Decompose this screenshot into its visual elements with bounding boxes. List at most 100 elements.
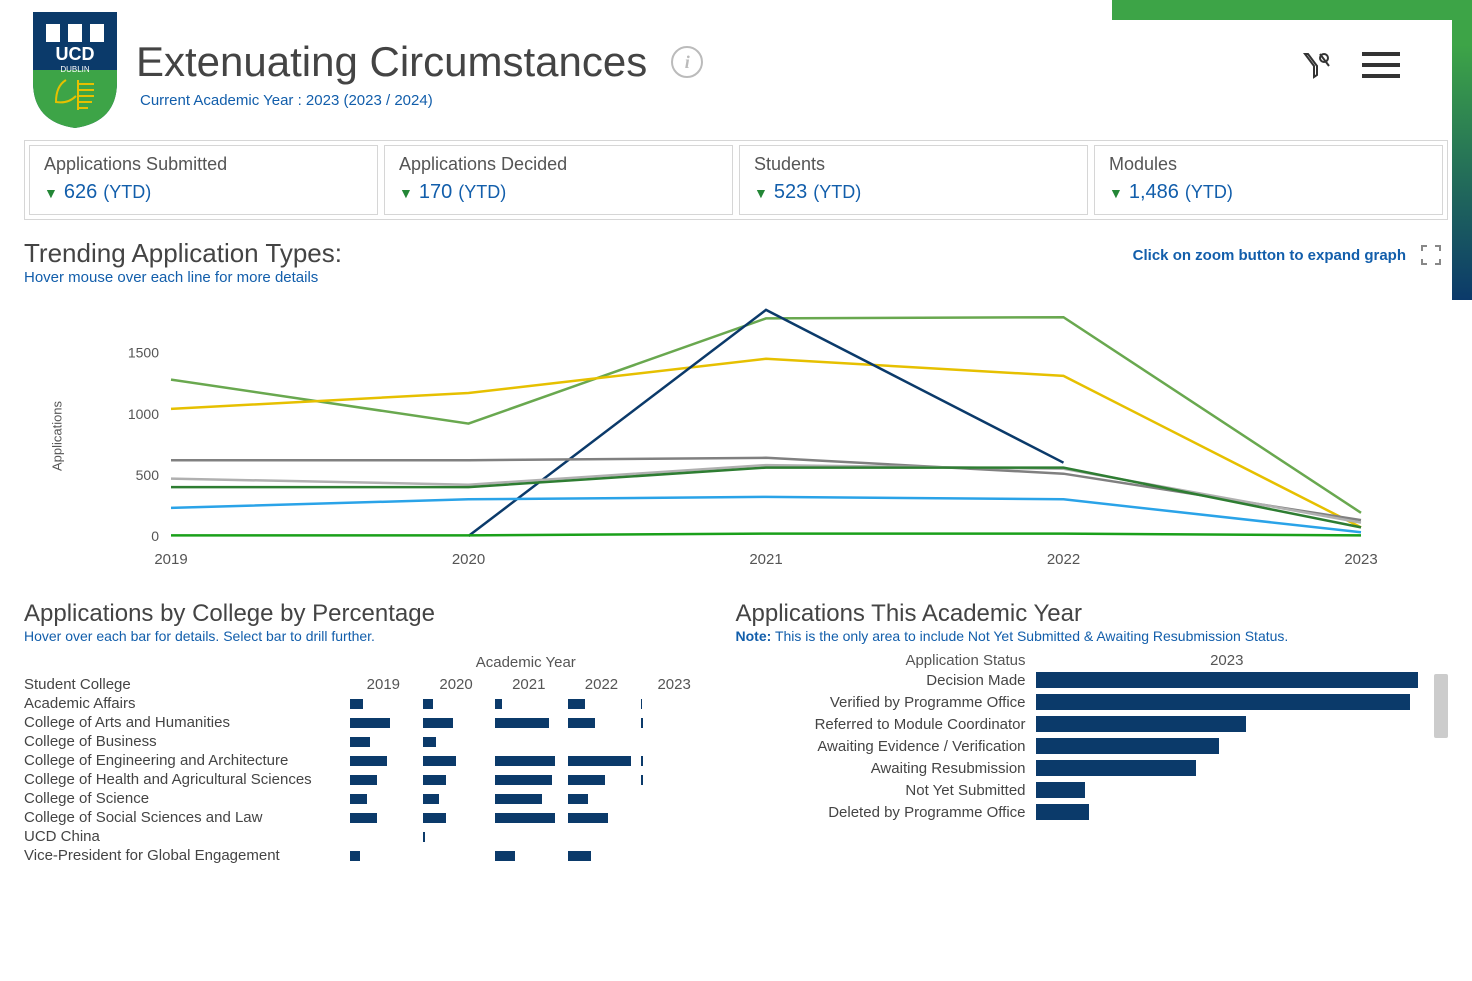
status-bar[interactable]: [1036, 672, 1418, 688]
by-college-bar[interactable]: [495, 718, 548, 728]
by-college-bar[interactable]: [568, 794, 588, 804]
by-college-bar[interactable]: [495, 851, 515, 861]
chart-series-line[interactable]: [171, 497, 1361, 532]
by-college-bar[interactable]: [423, 756, 456, 766]
status-bar-cell[interactable]: [1036, 694, 1418, 710]
by-college-bar-cell[interactable]: [423, 754, 490, 768]
by-college-bar[interactable]: [350, 813, 377, 823]
by-college-bar-cell[interactable]: [495, 849, 562, 863]
expand-icon[interactable]: [1420, 244, 1442, 266]
by-college-bar-cell[interactable]: [641, 849, 708, 863]
by-college-bar-cell[interactable]: [495, 773, 562, 787]
by-college-bar-cell[interactable]: [423, 811, 490, 825]
by-college-bar-cell[interactable]: [641, 716, 708, 730]
by-college-bar[interactable]: [568, 851, 591, 861]
by-college-bar-cell[interactable]: [423, 735, 490, 749]
by-college-bar[interactable]: [495, 756, 555, 766]
status-bar[interactable]: [1036, 782, 1086, 798]
by-college-bar-cell[interactable]: [568, 811, 635, 825]
by-college-bar[interactable]: [350, 775, 377, 785]
by-college-bar-cell[interactable]: [350, 773, 417, 787]
by-college-bar-cell[interactable]: [641, 754, 708, 768]
status-bar-cell[interactable]: [1036, 738, 1418, 754]
by-college-bar-cell[interactable]: [568, 830, 635, 844]
status-bar[interactable]: [1036, 738, 1220, 754]
by-college-bar-cell[interactable]: [423, 830, 490, 844]
status-bar[interactable]: [1036, 804, 1090, 820]
by-college-bar-cell[interactable]: [350, 811, 417, 825]
by-college-bar-cell[interactable]: [641, 697, 708, 711]
status-bar-cell[interactable]: [1036, 716, 1418, 732]
by-college-bar-cell[interactable]: [350, 716, 417, 730]
status-bar[interactable]: [1036, 694, 1411, 710]
by-college-bar[interactable]: [350, 756, 387, 766]
by-college-bar-cell[interactable]: [641, 735, 708, 749]
by-college-bar[interactable]: [495, 813, 555, 823]
by-college-bar[interactable]: [350, 851, 360, 861]
metric-card[interactable]: Students▼523(YTD): [739, 145, 1088, 215]
chart-series-line[interactable]: [171, 465, 1361, 522]
by-college-bar-cell[interactable]: [350, 849, 417, 863]
by-college-bar-cell[interactable]: [495, 697, 562, 711]
by-college-bar-cell[interactable]: [568, 754, 635, 768]
by-college-bar-cell[interactable]: [350, 697, 417, 711]
chart-series-line[interactable]: [171, 534, 1361, 536]
by-college-bar[interactable]: [568, 813, 608, 823]
status-bar-cell[interactable]: [1036, 804, 1418, 820]
filter-icon[interactable]: [1302, 50, 1332, 85]
by-college-bar[interactable]: [423, 794, 440, 804]
by-college-bar-cell[interactable]: [423, 697, 490, 711]
by-college-bar[interactable]: [641, 775, 643, 785]
chart-series-line[interactable]: [469, 310, 1064, 536]
by-college-bar-cell[interactable]: [568, 792, 635, 806]
by-college-bar[interactable]: [350, 699, 363, 709]
by-college-bar-cell[interactable]: [495, 735, 562, 749]
by-college-bar[interactable]: [641, 699, 642, 709]
status-bar-cell[interactable]: [1036, 672, 1418, 688]
status-bar[interactable]: [1036, 716, 1246, 732]
info-icon[interactable]: i: [671, 46, 703, 78]
by-college-bar-cell[interactable]: [641, 792, 708, 806]
by-college-bar-cell[interactable]: [350, 754, 417, 768]
status-bar-cell[interactable]: [1036, 782, 1418, 798]
by-college-bar-cell[interactable]: [423, 716, 490, 730]
by-college-bar[interactable]: [423, 737, 436, 747]
by-college-bar[interactable]: [350, 718, 390, 728]
by-college-bar-cell[interactable]: [495, 716, 562, 730]
by-college-bar[interactable]: [495, 775, 552, 785]
by-college-bar-cell[interactable]: [641, 773, 708, 787]
metric-card[interactable]: Modules▼1,486(YTD): [1094, 145, 1443, 215]
status-scrollbar[interactable]: [1434, 674, 1448, 738]
by-college-bar[interactable]: [641, 718, 643, 728]
by-college-bar-cell[interactable]: [495, 792, 562, 806]
by-college-bar[interactable]: [423, 813, 446, 823]
by-college-bar[interactable]: [568, 756, 631, 766]
by-college-bar-cell[interactable]: [495, 830, 562, 844]
by-college-bar-cell[interactable]: [350, 792, 417, 806]
by-college-bar[interactable]: [495, 794, 542, 804]
menu-icon[interactable]: [1360, 50, 1402, 85]
by-college-bar-cell[interactable]: [495, 754, 562, 768]
by-college-bar-cell[interactable]: [495, 811, 562, 825]
metric-card[interactable]: Applications Submitted▼626(YTD): [29, 145, 378, 215]
by-college-bar[interactable]: [423, 718, 453, 728]
by-college-bar-cell[interactable]: [423, 792, 490, 806]
by-college-bar-cell[interactable]: [568, 773, 635, 787]
by-college-bar[interactable]: [568, 699, 585, 709]
by-college-bar-cell[interactable]: [641, 811, 708, 825]
by-college-bar[interactable]: [568, 718, 595, 728]
by-college-bar-cell[interactable]: [568, 735, 635, 749]
by-college-bar[interactable]: [423, 775, 446, 785]
by-college-bar[interactable]: [350, 737, 370, 747]
by-college-bar-cell[interactable]: [423, 849, 490, 863]
by-college-bar-cell[interactable]: [641, 830, 708, 844]
by-college-bar-cell[interactable]: [423, 773, 490, 787]
by-college-bar[interactable]: [350, 794, 367, 804]
by-college-bar-cell[interactable]: [350, 830, 417, 844]
metric-card[interactable]: Applications Decided▼170(YTD): [384, 145, 733, 215]
by-college-bar-cell[interactable]: [568, 697, 635, 711]
status-bar[interactable]: [1036, 760, 1197, 776]
by-college-bar-cell[interactable]: [568, 716, 635, 730]
by-college-bar[interactable]: [423, 832, 425, 842]
by-college-bar[interactable]: [495, 699, 502, 709]
